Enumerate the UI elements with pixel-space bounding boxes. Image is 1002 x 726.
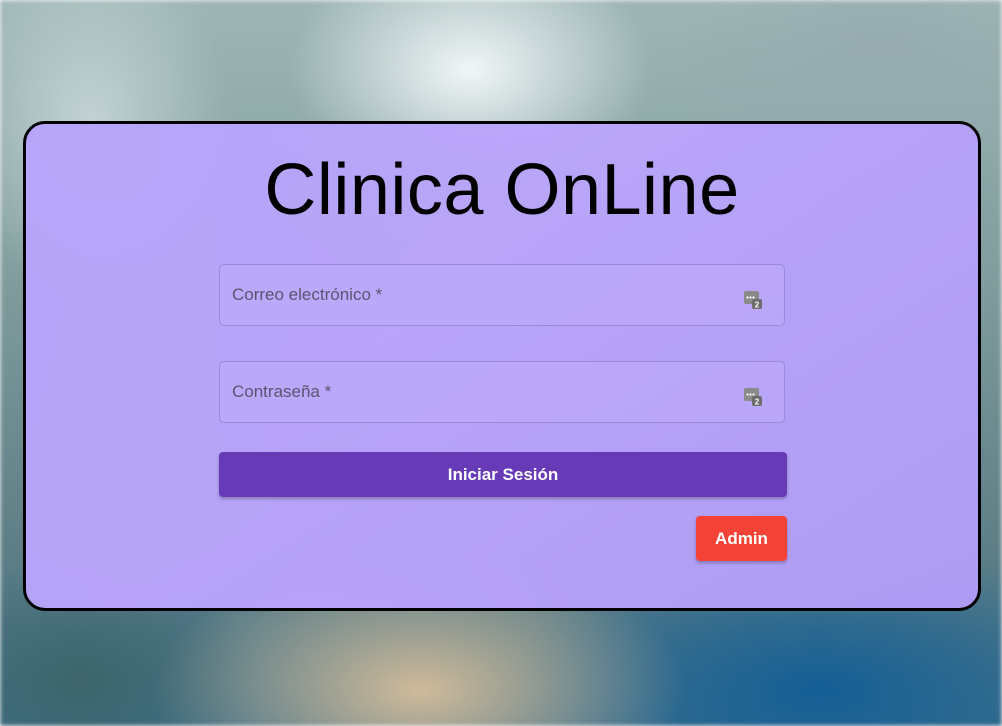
svg-text:2: 2 bbox=[755, 398, 760, 407]
admin-button[interactable]: Admin bbox=[696, 516, 787, 561]
app-title: Clinica OnLine bbox=[264, 150, 740, 230]
password-input[interactable] bbox=[232, 362, 722, 422]
password-manager-icon[interactable]: 2 bbox=[744, 291, 762, 309]
password-field[interactable]: 2 bbox=[219, 361, 785, 423]
email-input[interactable] bbox=[232, 265, 722, 325]
login-card: Clinica OnLine 2 2 Iniciar Sesión Admin bbox=[23, 121, 981, 611]
email-field[interactable]: 2 bbox=[219, 264, 785, 326]
login-button[interactable]: Iniciar Sesión bbox=[219, 452, 787, 497]
svg-text:2: 2 bbox=[755, 301, 760, 310]
password-manager-icon[interactable]: 2 bbox=[744, 388, 762, 406]
